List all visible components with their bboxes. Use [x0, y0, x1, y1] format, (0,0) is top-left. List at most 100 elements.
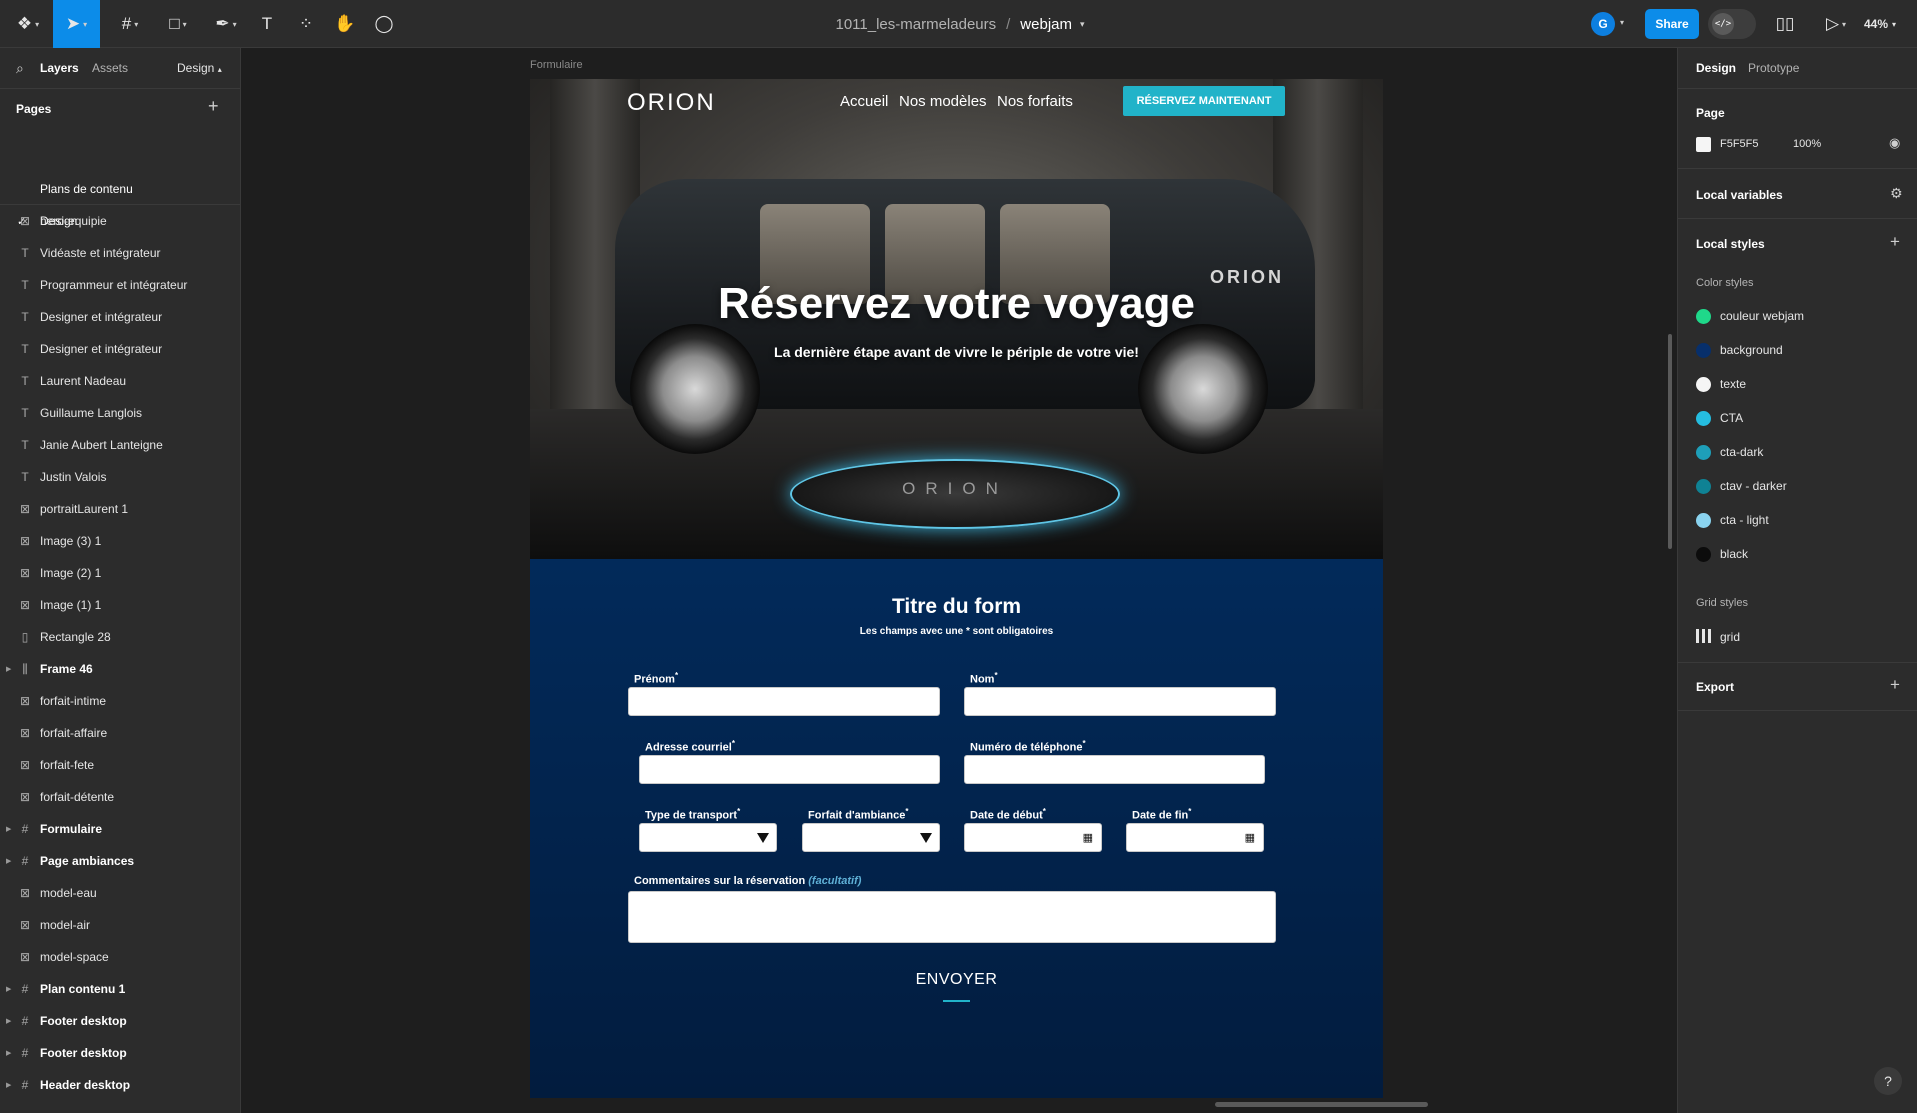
shape-tool-button[interactable]: □ ▾ — [158, 0, 198, 48]
add-style-button[interactable]: + — [1890, 232, 1900, 252]
main-menu-button[interactable]: ❖ ▾ — [10, 0, 46, 48]
document-title[interactable]: 1011_les-marmeladeurs / webjam ▾ — [800, 0, 1120, 48]
expand-arrow-icon[interactable]: ▶ — [6, 1017, 11, 1025]
layer-item[interactable]: ▶ # Footer desktop — [0, 1005, 241, 1037]
phone-input[interactable] — [964, 755, 1265, 784]
share-button[interactable]: Share — [1645, 9, 1699, 39]
tab-prototype[interactable]: Prototype — [1748, 61, 1799, 75]
start-date-input[interactable]: ▦ — [964, 823, 1102, 852]
layer-item[interactable]: ⊠ forfait-affaire — [0, 717, 241, 749]
calendar-icon[interactable]: ▦ — [1245, 831, 1255, 844]
vertical-scrollbar[interactable] — [1668, 334, 1672, 549]
layer-item[interactable]: ⊠ forfait-détente — [0, 781, 241, 813]
expand-arrow-icon[interactable]: ▶ — [6, 1049, 11, 1057]
site-logo[interactable]: ORION — [627, 89, 716, 117]
hand-tool-button[interactable]: ✋ — [330, 0, 360, 48]
transport-select[interactable] — [639, 823, 777, 852]
layer-item[interactable]: ⊠ Image (2) 1 — [0, 557, 241, 589]
color-style-item[interactable]: couleur webjam — [1678, 299, 1917, 333]
file-name[interactable]: webjam — [1020, 16, 1072, 33]
submit-button[interactable]: ENVOYER — [530, 971, 1383, 989]
layer-item[interactable]: T Janie Aubert Lanteigne — [0, 429, 241, 461]
tab-assets[interactable]: Assets — [92, 61, 128, 75]
color-style-item[interactable]: ctav - darker — [1678, 469, 1917, 503]
layer-item[interactable]: ▶ # Header desktop — [0, 1069, 241, 1101]
grid-style-item[interactable]: grid — [1720, 630, 1740, 644]
color-style-item[interactable]: cta - light — [1678, 503, 1917, 537]
comments-textarea[interactable] — [628, 891, 1276, 943]
page-color-swatch[interactable] — [1696, 137, 1711, 152]
color-style-item[interactable]: CTA — [1678, 401, 1917, 435]
design-mode-select[interactable]: Design ▴ — [177, 61, 222, 75]
variables-icon[interactable]: ⚙ — [1890, 185, 1903, 202]
color-style-item[interactable]: cta-dark — [1678, 435, 1917, 469]
prenom-input[interactable] — [628, 687, 940, 716]
local-variables-title[interactable]: Local variables — [1696, 188, 1783, 202]
layer-item[interactable]: ⊠ Image (1) 1 — [0, 589, 241, 621]
layer-item[interactable]: T Guillaume Langlois — [0, 397, 241, 429]
layer-item[interactable]: T Designer et intégrateur — [0, 333, 241, 365]
nav-link-accueil[interactable]: Accueil — [840, 93, 888, 110]
layer-item[interactable]: ⊠ model-eau — [0, 877, 241, 909]
expand-arrow-icon[interactable]: ▶ — [6, 825, 11, 833]
tab-layers[interactable]: Layers — [40, 61, 79, 75]
expand-arrow-icon[interactable]: ▶ — [6, 857, 11, 865]
layer-item[interactable]: ▶ # Formulaire — [0, 813, 241, 845]
horizontal-scrollbar[interactable] — [1215, 1102, 1428, 1107]
layer-item[interactable]: ⊠ model-space — [0, 941, 241, 973]
layer-item[interactable]: ▶ # Page ambiances — [0, 845, 241, 877]
layer-item[interactable]: T Vidéaste et intégrateur — [0, 237, 241, 269]
project-name[interactable]: 1011_les-marmeladeurs — [835, 16, 996, 33]
frame-label[interactable]: Formulaire — [530, 59, 583, 71]
layer-item[interactable]: ▯ Rectangle 28 — [0, 621, 241, 653]
layer-item[interactable]: ⊠ model-air — [0, 909, 241, 941]
layer-item[interactable]: ⊠ forfait-intime — [0, 685, 241, 717]
help-button[interactable]: ? — [1874, 1067, 1902, 1095]
layer-item[interactable]: T Laurent Nadeau — [0, 365, 241, 397]
color-style-item[interactable]: black — [1678, 537, 1917, 571]
color-style-item[interactable]: background — [1678, 333, 1917, 367]
end-date-input[interactable]: ▦ — [1126, 823, 1264, 852]
color-style-item[interactable]: texte — [1678, 367, 1917, 401]
layer-item[interactable]: ⊠ forfait-fete — [0, 749, 241, 781]
chevron-down-icon[interactable]: ▾ — [1080, 19, 1085, 30]
chevron-down-icon[interactable]: ▾ — [1620, 18, 1624, 27]
add-page-button[interactable]: + — [208, 96, 219, 117]
frame-tool-button[interactable]: # ▾ — [110, 0, 150, 48]
dev-mode-toggle[interactable]: </> — [1708, 9, 1756, 39]
tab-design[interactable]: Design — [1696, 61, 1736, 75]
pen-tool-button[interactable]: ✒ ▾ — [206, 0, 246, 48]
layer-item[interactable]: ⊠ Image (3) 1 — [0, 525, 241, 557]
expand-arrow-icon[interactable]: ▶ — [6, 665, 11, 673]
ambiance-select[interactable] — [802, 823, 940, 852]
avatar[interactable]: G — [1591, 12, 1615, 36]
expand-arrow-icon[interactable]: ▶ — [6, 985, 11, 993]
resources-button[interactable]: ⁘ — [291, 0, 321, 48]
email-input[interactable] — [639, 755, 940, 784]
nav-link-forfaits[interactable]: Nos forfaits — [997, 93, 1073, 110]
present-button[interactable]: ▷ ▾ — [1818, 0, 1854, 48]
page-color-value[interactable]: F5F5F5 — [1720, 138, 1759, 150]
nav-link-modeles[interactable]: Nos modèles — [899, 93, 987, 110]
layer-item[interactable]: ⊠ portraitLaurent 1 — [0, 493, 241, 525]
library-button[interactable]: ▯▯ — [1770, 0, 1800, 48]
layer-item[interactable]: ▶ # Plan contenu 1 — [0, 973, 241, 1005]
layer-item[interactable]: T Programmeur et intégrateur — [0, 269, 241, 301]
text-tool-button[interactable]: T — [252, 0, 282, 48]
calendar-icon[interactable]: ▦ — [1083, 831, 1093, 844]
page-item[interactable]: Plans de contenu — [0, 174, 241, 204]
page-opacity-value[interactable]: 100% — [1793, 138, 1821, 150]
expand-arrow-icon[interactable]: ▶ — [6, 1081, 11, 1089]
move-tool-button[interactable]: ➤ ▾ — [53, 0, 100, 48]
layer-item[interactable]: ▶ ⫼ Frame 46 — [0, 653, 241, 685]
eye-icon[interactable]: ◉ — [1889, 135, 1900, 151]
add-export-button[interactable]: + — [1890, 675, 1900, 695]
layer-item[interactable]: T Justin Valois — [0, 461, 241, 493]
reserve-now-button[interactable]: RÉSERVEZ MAINTENANT — [1123, 86, 1285, 116]
comment-tool-button[interactable]: ◯ — [369, 0, 399, 48]
layer-item[interactable]: ⊠ hero-equipie — [0, 205, 241, 237]
nom-input[interactable] — [964, 687, 1276, 716]
search-icon[interactable]: ⌕ — [16, 60, 24, 77]
layer-item[interactable]: T Designer et intégrateur — [0, 301, 241, 333]
formulaire-frame[interactable]: ORION ORION ORION Accueil Nos modèles No… — [530, 79, 1383, 1098]
